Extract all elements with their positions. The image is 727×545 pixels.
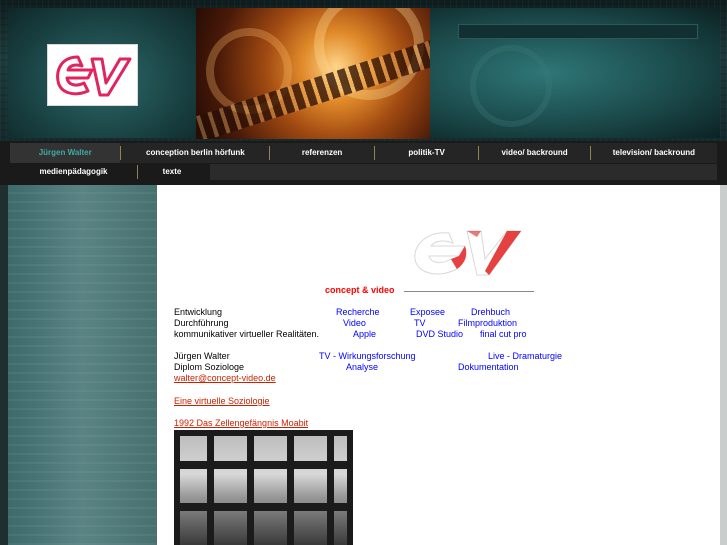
moabit-prison-photo[interactable] [174,430,353,545]
nav-item-conception-berlin[interactable]: conception berlin hörfunk [121,143,269,163]
brand-label: concept & video [325,285,395,295]
nav-item-politik-tv[interactable]: politik-TV [375,143,479,163]
service-final-cut-pro: final cut pro [480,329,527,339]
link-virtuelle-soziologie[interactable]: Eine virtuelle Soziologie [174,396,270,407]
field-dokumentation: Dokumentation [458,362,519,372]
service-video: Video [343,318,366,328]
service-tv: TV [414,318,426,328]
field-tv-wirkungsforschung: TV - Wirkungsforschung [319,351,416,361]
text-durchfuehrung: Durchführung [174,318,229,328]
service-recherche: Recherche [336,307,380,317]
site-logo[interactable] [47,44,138,106]
field-analyse: Analyse [346,362,379,372]
sidebar [8,185,157,545]
film-reel-image [196,8,430,139]
text-kommunikativ: kommunikativer virtueller Realitäten. [174,329,320,339]
person-name: Jürgen Walter [174,351,230,361]
link-zellengefaengnis-moabit[interactable]: 1992 Das Zellengefängnis Moabit [174,418,308,429]
service-dvd-studio: DVD Studio [416,329,464,339]
main-content: concept & video Entwicklung Durchführung… [157,185,720,545]
service-apple: Apple [353,329,377,339]
field-live-dramaturgie: Live - Dramaturgie [488,351,563,361]
cv-logo-icon [414,230,522,276]
cv-logo-icon [56,55,132,97]
service-exposee: Exposee [410,307,446,317]
person-title: Diplom Soziologe [174,362,245,372]
nav-item-television-backround[interactable]: television/ backround [591,143,717,163]
logo-underline [404,291,534,292]
nav-item-juergen-walter[interactable]: Jürgen Walter [10,143,121,163]
nav-row-1: Jürgen Walter conception berlin hörfunk … [10,143,717,163]
nav-row-2: medienpädagogik texte [10,162,210,182]
header-right-bar [458,24,698,39]
text-entwicklung: Entwicklung [174,307,223,317]
main-navigation: Jürgen Walter conception berlin hörfunk … [0,141,727,185]
nav-item-referenzen[interactable]: referenzen [270,143,374,163]
nav-item-video-backround[interactable]: video/ backround [479,143,589,163]
nav-item-medienpaedagogik[interactable]: medienpädagogik [10,162,137,182]
email-link[interactable]: walter@concept-video.de [174,373,276,384]
service-drehbuch: Drehbuch [471,307,511,317]
nav-item-texte[interactable]: texte [138,162,206,182]
service-filmproduktion: Filmproduktion [458,318,518,328]
header-banner [0,0,727,145]
